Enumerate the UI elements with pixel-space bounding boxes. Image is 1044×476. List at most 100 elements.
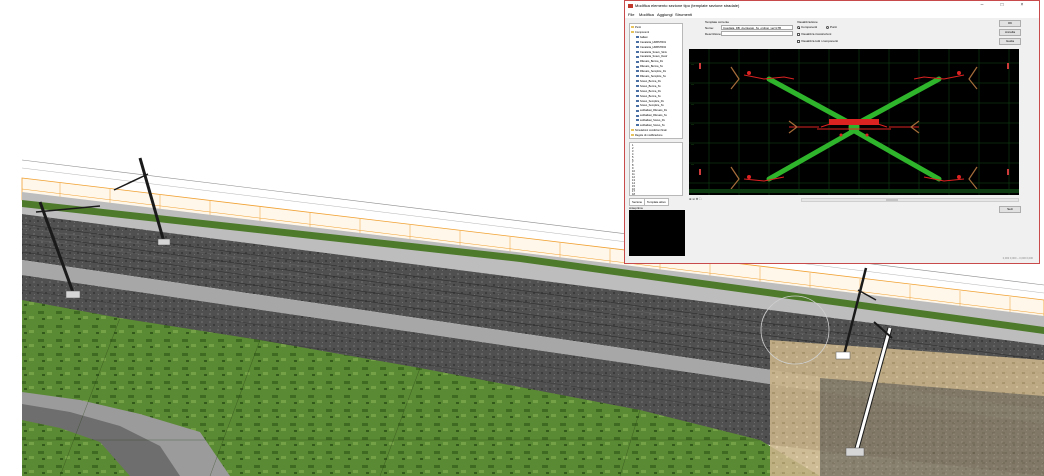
checkbox-tutti-componenti[interactable] [797,40,800,43]
tree-item[interactable]: Rilevato_Semplice_Sx [636,75,666,79]
component-icon [636,50,639,53]
point-list[interactable]: 1 2 3 4 5 6 7 8 9 10 11 12 13 14 15 16 17 18 [629,142,683,196]
scroll-thumb[interactable] [886,199,898,201]
help-button[interactable]: Guida [999,38,1021,45]
tree-item[interactable]: Regole di modificazione [631,134,663,138]
description-label: Descrizione: [705,32,722,36]
tree-item[interactable]: Punti [631,26,641,30]
minimize-button[interactable]: – [977,2,987,9]
template-canvas[interactable]: — — — — — — [689,49,1019,195]
tree-item-label: Canaletta_HNBSTR02 [640,45,667,49]
template-editor-dialog[interactable]: Modifica elemento sezione tipo (template… [624,0,1040,264]
tree-item[interactable]: Scavo_Berma_Dx [636,80,661,84]
component-icon [636,124,639,127]
maximize-button[interactable]: □ [997,2,1007,9]
menu-aggiungi[interactable]: Aggiungi [657,12,673,17]
display-group-header: Visualizzazione [797,20,818,24]
component-icon [636,109,639,112]
preview-panel [629,210,685,256]
folder-icon [631,26,634,29]
tree-item-label: Canaletta_Scavo_Sinis [640,50,667,54]
tree-item[interactable]: subballast_Scavo_Sx [636,124,665,128]
zoom-out-icon[interactable]: ⊖ [692,197,695,201]
tree-item[interactable]: Scavo_Semplice_Dx [636,100,664,104]
tree-item[interactable]: Componenti [631,31,649,35]
tree-item-label: Scavo_Berma_Dx [640,79,661,83]
radio-punti-label: Punti [830,25,837,29]
tree-item-label: Scavo_Semplice_Sx [640,104,664,108]
component-icon [636,90,639,92]
menu-modifica[interactable]: Modifica [639,12,654,17]
tab-template-attivo[interactable]: Template attivo [644,198,669,206]
component-icon [636,104,639,107]
tree-item-label: Scavo_Berma_Sx [640,94,661,98]
radio-componenti-label: Componenti [801,25,818,29]
apply-button[interactable]: Sezi [999,206,1021,213]
tree-item[interactable]: Rilevato_Semplice_Dx [636,70,666,74]
component-icon [636,80,639,83]
tree-item-label: Scavo_Berma_Sx [640,84,661,88]
folder-icon [631,134,634,137]
app-icon [628,4,633,8]
checkbox-ricostruzioni[interactable] [797,33,800,36]
tree-item-label: subballast_Scavo_Dx [640,119,665,123]
tree-item[interactable]: Canaletta_Scavo_Destr [636,55,667,59]
tree-item-label: Rilevato_Semplice_Dx [640,70,667,74]
tree-item-label: subballast_Scavo_Sx [640,124,665,127]
tree-item[interactable]: Scavo_Berma_Sx [636,95,661,99]
component-icon [636,41,639,43]
tree-item[interactable]: subballast_Rilevato_Sx [636,114,667,118]
canvas-toolbar: ⊕ ⊖ ✥ ⛶ [689,197,799,203]
tree-item-label: Regole di modificazione [635,133,663,137]
window-title: Modifica elemento sezione tipo (template… [635,3,740,8]
tree-item[interactable]: subballast_Rilevato_Dx [636,109,667,113]
component-icon [636,94,639,97]
tree-item-label: Rilevato_Semplice_Sx [640,75,666,78]
tree-item[interactable]: Canaletta_HNBSTR02 [636,46,666,50]
canvas-h-scrollbar[interactable] [801,198,1019,202]
tree-item-label: Simulazioni condizioni finali [635,128,667,132]
tree-item-label: Scavo_Berma_Dx [640,89,661,93]
component-icon [636,75,639,78]
tree-item[interactable]: Scavo_Semplice_Sx [636,104,664,108]
tree-item[interactable]: Canaletta_Scavo_Sinis [636,51,667,55]
tree-item[interactable]: ballast [636,36,648,40]
tab-sezione[interactable]: Sezione [629,198,646,206]
svg-text:—: — [691,102,694,106]
tree-item[interactable]: Scavo_Berma_Dx [636,90,661,94]
tree-item-label: ballast [640,35,648,39]
cancel-button[interactable]: Annulla [999,29,1021,36]
tree-item[interactable]: Canaletta_HNBSTR01 [636,41,666,45]
tree-item[interactable]: subballast_Scavo_Dx [636,119,665,123]
list-item[interactable]: 18 [632,193,635,195]
component-icon [636,36,639,39]
svg-text:—: — [691,122,694,126]
tree-item-label: Scavo_Semplice_Dx [640,99,664,103]
name-field[interactable]: Insediata_DB_di+rilevato_Sx_ordinej_ver=… [721,25,793,30]
radio-punti[interactable] [826,26,829,29]
pan-icon[interactable]: ✥ [696,197,699,201]
tree-item-label: Punti [635,26,641,29]
title-bar[interactable]: Modifica elemento sezione tipo (template… [625,1,1039,11]
template-tree[interactable]: Punti Componenti ballast Canaletta_HNBSTR01… [629,23,683,139]
svg-text:—: — [691,142,694,146]
svg-text:—: — [691,162,694,166]
ok-button[interactable]: OK [999,20,1021,27]
radio-componenti[interactable] [797,26,800,29]
fit-icon[interactable]: ⛶ [699,197,701,201]
tree-item-label: Rilevato_Berma_Sx [640,65,663,69]
close-button[interactable]: × [1017,2,1027,9]
tree-item-label: Canaletta_Scavo_Destr [640,55,668,59]
menu-strumenti[interactable]: Strumenti [675,12,692,17]
checkbox-ricostruzioni-label: Visualizza ricostruzioni [801,32,832,36]
tree-item-label: Canaletta_HNBSTR01 [640,40,667,44]
tree-item[interactable]: Rilevato_Berma_Sx [636,65,663,69]
menu-file[interactable]: File [628,12,634,17]
tree-item[interactable]: Simulazioni condizioni finali [631,129,667,133]
tree-item[interactable]: Scavo_Berma_Sx [636,85,661,89]
tree-item[interactable]: Rilevato_Berma_Dx [636,60,663,64]
description-field[interactable] [721,31,793,36]
component-icon [636,55,639,58]
component-icon [636,119,639,122]
component-icon [636,60,639,63]
